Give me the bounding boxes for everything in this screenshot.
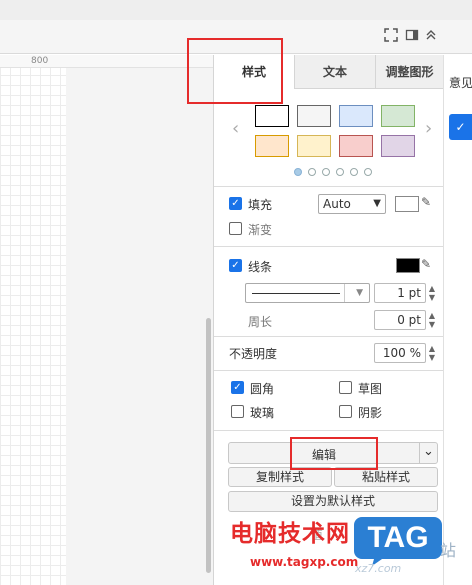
style-swatch[interactable] [339, 105, 373, 127]
pen-icon[interactable]: ✎ [421, 257, 431, 271]
dialog-confirm-button[interactable]: ✓ [449, 114, 472, 140]
page-dot[interactable] [364, 168, 372, 176]
increment-icon[interactable]: ▲ [427, 344, 437, 353]
line-label: 线条 [248, 260, 273, 274]
dialog-partial-text: 意见 [449, 76, 472, 90]
page-dot[interactable] [336, 168, 344, 176]
page-dot[interactable] [294, 168, 302, 176]
line-checkbox[interactable]: ✓ [229, 259, 242, 272]
opacity-label: 不透明度 [229, 347, 278, 361]
style-swatch[interactable] [297, 105, 331, 127]
shadow-checkbox[interactable] [339, 405, 352, 418]
decrement-icon[interactable]: ▼ [427, 353, 437, 362]
rounded-label: 圆角 [250, 382, 275, 396]
sketch-checkbox[interactable] [339, 381, 352, 394]
watermark-site-name: 电脑技术网 [230, 521, 350, 547]
line-width-input[interactable]: 1 pt [374, 283, 426, 303]
style-swatch[interactable] [297, 135, 331, 157]
panel-toggle-icon[interactable] [404, 28, 420, 44]
chevron-left-icon[interactable]: ‹ [232, 118, 239, 139]
page-dot[interactable] [350, 168, 358, 176]
divider [214, 186, 443, 187]
rounded-checkbox[interactable]: ✓ [231, 381, 244, 394]
fullscreen-icon[interactable] [383, 28, 399, 44]
glass-label: 玻璃 [250, 406, 275, 420]
perimeter-input[interactable]: 0 pt [374, 310, 426, 330]
style-swatch[interactable] [255, 105, 289, 127]
fill-mode-select[interactable]: Auto ▼ [318, 194, 386, 214]
style-swatch[interactable] [255, 135, 289, 157]
opacity-input[interactable]: 100 % [374, 343, 426, 363]
decrement-icon[interactable]: ▼ [427, 293, 437, 302]
ruler-label: 800 [31, 56, 49, 66]
annotation-highlight-style-tab [187, 38, 283, 104]
glass-checkbox[interactable] [231, 405, 244, 418]
line-color-swatch[interactable] [396, 258, 420, 273]
style-swatch[interactable] [339, 135, 373, 157]
chevron-up-icon[interactable] [423, 28, 439, 44]
fill-checkbox[interactable]: ✓ [229, 197, 242, 210]
line-pattern-select[interactable]: ▼ [245, 283, 370, 303]
decrement-icon[interactable]: ▼ [427, 320, 437, 329]
divider [214, 370, 443, 371]
copy-style-button[interactable]: 复制样式 [228, 467, 332, 487]
tab-arrange[interactable]: 调整图形 [375, 55, 443, 89]
chevron-right-icon[interactable]: › [425, 118, 432, 139]
gradient-label: 渐变 [248, 223, 273, 237]
shadow-label: 阴影 [358, 406, 383, 420]
watermark-logo: TAG [352, 511, 444, 567]
pen-icon[interactable]: ✎ [421, 195, 431, 209]
tab-text[interactable]: 文本 [294, 55, 375, 89]
divider [214, 336, 443, 337]
increment-icon[interactable]: ▲ [427, 284, 437, 293]
style-swatch[interactable] [381, 135, 415, 157]
annotation-highlight-edit-button [290, 437, 378, 470]
set-default-style-button[interactable]: 设置为默认样式 [228, 491, 438, 512]
paste-style-button[interactable]: 粘贴样式 [334, 467, 438, 487]
watermark-ghost-text: xz7.com [355, 562, 402, 575]
canvas-outside-area [66, 55, 213, 585]
chevron-down-icon: ▼ [356, 288, 363, 298]
divider [214, 430, 443, 431]
page-dot[interactable] [308, 168, 316, 176]
split-divider [419, 443, 420, 463]
watermark-ghost-text: 站 [440, 541, 457, 560]
page-dot[interactable] [322, 168, 330, 176]
perimeter-label: 周长 [248, 315, 273, 329]
watermark-url: www.tagxp.com [250, 555, 359, 569]
window-top-strip [0, 0, 472, 20]
vertical-scrollbar[interactable] [206, 318, 211, 573]
watermark-logo-text: TAG [367, 521, 429, 554]
fill-mode-value: Auto [323, 197, 351, 211]
chevron-down-icon: ▼ [373, 198, 381, 209]
gradient-checkbox[interactable] [229, 222, 242, 235]
divider [214, 246, 443, 247]
fill-label: 填充 [248, 198, 273, 212]
style-swatch[interactable] [381, 105, 415, 127]
fill-color-swatch[interactable] [395, 196, 419, 212]
sketch-label: 草图 [358, 382, 383, 396]
select-divider [344, 284, 345, 302]
solid-line-preview [252, 293, 340, 294]
chevron-down-icon[interactable]: ⌄ [423, 444, 434, 459]
increment-icon[interactable]: ▲ [427, 311, 437, 320]
